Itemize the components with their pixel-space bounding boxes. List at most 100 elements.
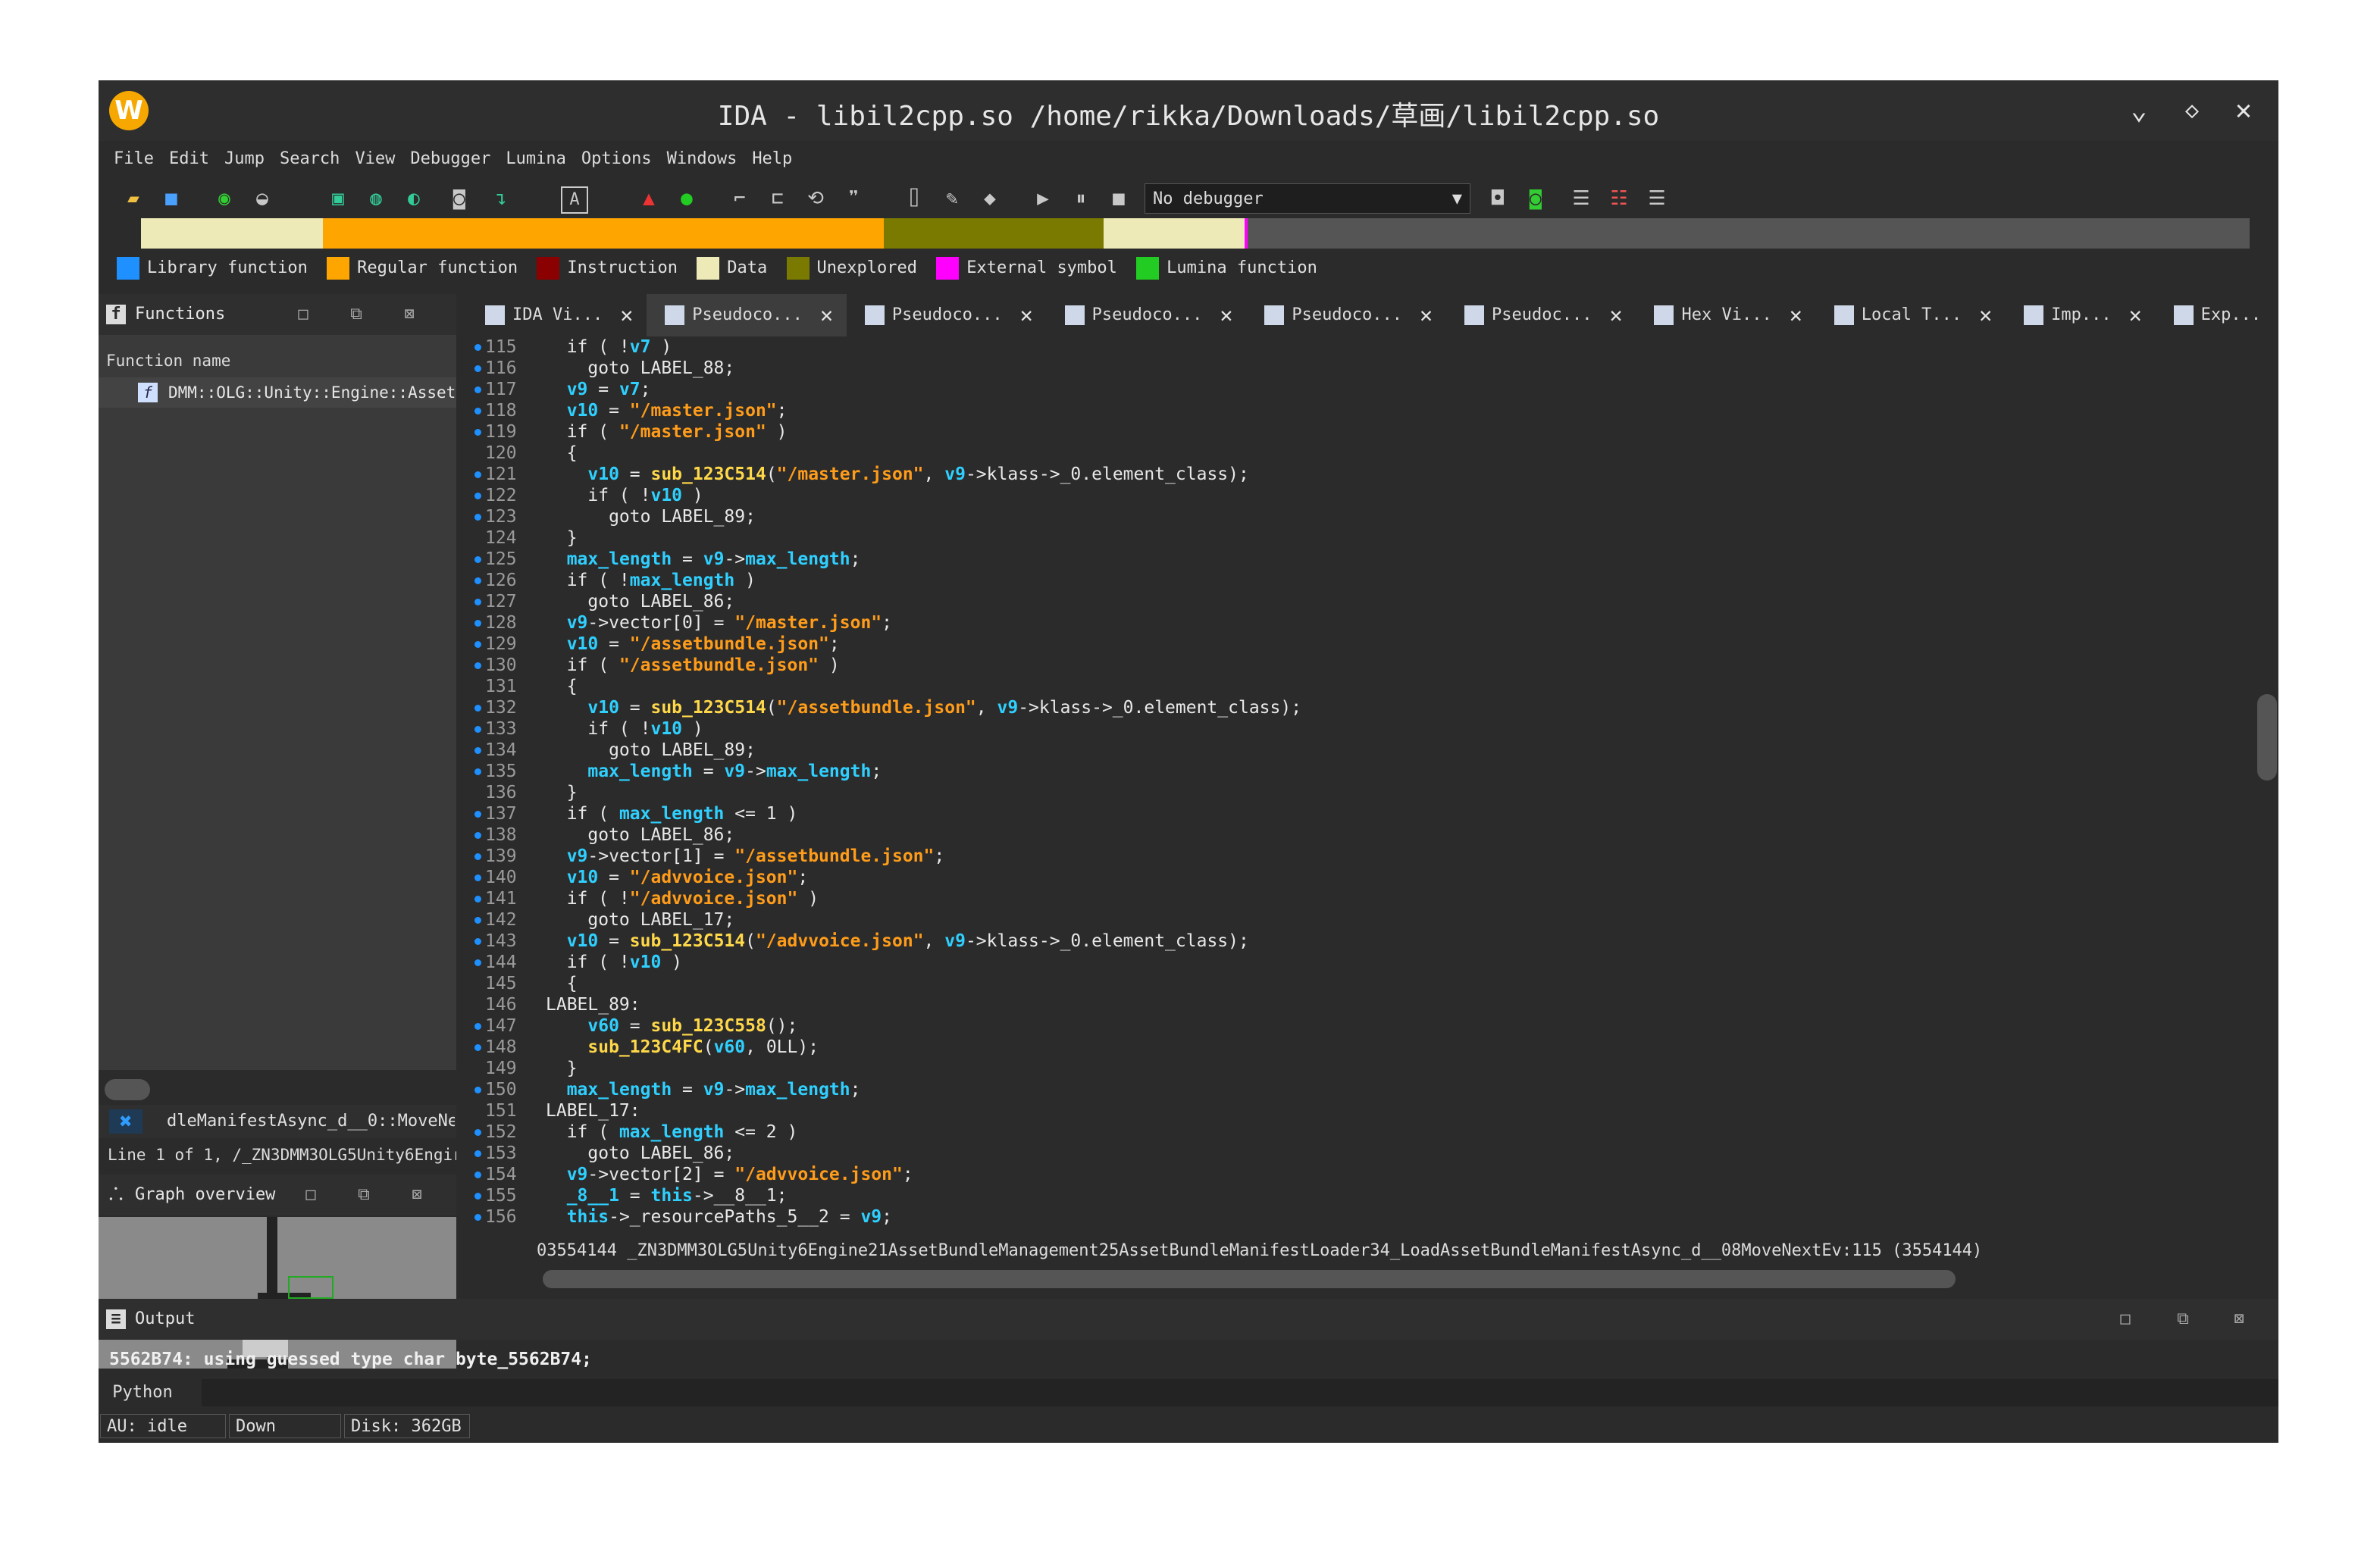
code-line[interactable]: 146 LABEL_89: <box>467 994 2256 1015</box>
jump-forward-icon[interactable]: ◒ <box>250 186 274 211</box>
clear-filter-icon[interactable]: ✖ <box>109 1109 142 1134</box>
filter-input[interactable]: dleManifestAsync_d__0::MoveNext <box>167 1105 455 1138</box>
code-line[interactable]: 123 goto LABEL_89; <box>467 506 2256 527</box>
panel-float-icon[interactable]: ⧉ <box>2172 1309 2194 1329</box>
breakpoint-dot-icon[interactable] <box>474 874 481 881</box>
breakpoint-dot-icon[interactable] <box>474 1129 481 1136</box>
code-line[interactable]: 133 if ( !v10 ) <box>467 718 2256 740</box>
code-line[interactable]: 138 goto LABEL_86; <box>467 824 2256 846</box>
tab-pseudocode-4[interactable]: Pseudoco... ✕ <box>1246 294 1446 336</box>
breakpoint-dot-icon[interactable] <box>474 556 481 563</box>
code-line[interactable]: 149 } <box>467 1058 2256 1079</box>
close-icon[interactable]: ✕ <box>2129 294 2142 336</box>
code-line[interactable]: 135 max_length = v9->max_length; <box>467 761 2256 782</box>
start-debug-icon[interactable]: ▶ <box>1031 186 1055 211</box>
code-line[interactable]: 119 if ( "/master.json" ) <box>467 421 2256 443</box>
code-vertical-scrollbar[interactable] <box>2256 336 2278 1232</box>
breakpoint-dot-icon[interactable] <box>474 493 481 499</box>
quote-icon[interactable]: ❞ <box>841 186 866 211</box>
code-line[interactable]: 131 { <box>467 676 2256 697</box>
breakpoint-dot-icon[interactable] <box>474 662 481 669</box>
code-line[interactable]: 130 if ( "/assetbundle.json" ) <box>467 655 2256 676</box>
breakpoint-dot-icon[interactable] <box>474 471 481 478</box>
menu-options[interactable]: Options <box>581 141 652 177</box>
panel-float-icon[interactable]: ⧉ <box>353 1185 374 1205</box>
list-view-icon[interactable]: ☰ <box>1569 186 1593 211</box>
breakpoint-dot-icon[interactable] <box>474 1023 481 1030</box>
tab-ida-view[interactable]: IDA Vi... ✕ <box>467 294 647 336</box>
breakpoint-dot-icon[interactable] <box>474 1172 481 1178</box>
breakpoint-dot-icon[interactable] <box>474 344 481 351</box>
code-line[interactable]: 144 if ( !v10 ) <box>467 952 2256 973</box>
breakpoint-dot-icon[interactable] <box>474 577 481 584</box>
tab-hex-view[interactable]: Hex Vi... ✕ <box>1636 294 1815 336</box>
code-line[interactable]: 139 v9->vector[1] = "/assetbundle.json"; <box>467 846 2256 867</box>
breakpoint-dot-icon[interactable] <box>474 832 481 839</box>
stop-icon[interactable]: ■ <box>1107 186 1131 211</box>
breakpoint-dot-icon[interactable] <box>474 408 481 414</box>
menu-edit[interactable]: Edit <box>169 141 209 177</box>
function-row[interactable]: f DMM::OLG::Unity::Engine::AssetBu <box>99 377 456 408</box>
code-line[interactable]: 147 v60 = sub_123C558(); <box>467 1015 2256 1037</box>
breakpoint-dot-icon[interactable] <box>474 811 481 818</box>
scrollbar-thumb[interactable] <box>2257 694 2277 780</box>
breakpoint-dot-icon[interactable] <box>474 514 481 521</box>
code-line[interactable]: 141 if ( !"/advvoice.json" ) <box>467 888 2256 909</box>
breakpoint-dot-icon[interactable] <box>474 768 481 775</box>
list-indent-icon[interactable]: ☰ <box>1645 186 1669 211</box>
code-line[interactable]: 121 v10 = sub_123C514("/master.json", v9… <box>467 464 2256 485</box>
function-name-column-header[interactable]: Function name <box>99 344 456 377</box>
breakpoint-dot-icon[interactable] <box>474 1044 481 1051</box>
functions-scrollbar[interactable] <box>105 1079 150 1100</box>
code-line[interactable]: 143 v10 = sub_123C514("/advvoice.json", … <box>467 931 2256 952</box>
code-line[interactable]: 136 } <box>467 782 2256 803</box>
code-line[interactable]: 155 _8__1 = this->__8__1; <box>467 1185 2256 1206</box>
breakpoint-dot-icon[interactable] <box>474 917 481 924</box>
code-line[interactable]: 116 goto LABEL_88; <box>467 358 2256 379</box>
tab-pseudocode-3[interactable]: Pseudoco... ✕ <box>1047 294 1247 336</box>
code-line[interactable]: 129 v10 = "/assetbundle.json"; <box>467 633 2256 655</box>
panel-float-icon[interactable]: ⧉ <box>346 305 367 324</box>
debugger-select[interactable]: No debugger ▼ <box>1145 183 1470 214</box>
menu-debugger[interactable]: Debugger <box>410 141 490 177</box>
breakpoint-dot-icon[interactable] <box>474 938 481 945</box>
code-line[interactable]: 140 v10 = "/advvoice.json"; <box>467 867 2256 888</box>
save-icon[interactable]: ■ <box>159 186 183 211</box>
menu-windows[interactable]: Windows <box>667 141 737 177</box>
breakpoint-dot-icon[interactable] <box>474 641 481 648</box>
code-line[interactable]: 120 { <box>467 443 2256 464</box>
rename-icon[interactable]: ✎ <box>940 186 964 211</box>
breakpoint-dot-icon[interactable] <box>474 959 481 966</box>
panel-restore-icon[interactable]: □ <box>2115 1309 2136 1329</box>
panel-close-icon[interactable]: ⊠ <box>406 1185 427 1205</box>
breakpoint-dot-icon[interactable] <box>474 747 481 754</box>
code-line[interactable]: 122 if ( !v10 ) <box>467 485 2256 506</box>
code-line[interactable]: 142 goto LABEL_17; <box>467 909 2256 931</box>
panel-close-icon[interactable]: ⊠ <box>399 305 420 324</box>
panel-restore-icon[interactable]: □ <box>293 305 314 324</box>
tab-pseudocode-2[interactable]: Pseudoco... ✕ <box>847 294 1047 336</box>
code-line[interactable]: 137 if ( max_length <= 1 ) <box>467 803 2256 824</box>
breakpoint-dot-icon[interactable] <box>474 1150 481 1157</box>
menu-view[interactable]: View <box>355 141 395 177</box>
code-line[interactable]: 126 if ( !max_length ) <box>467 570 2256 591</box>
hex-view-icon[interactable]: ◐ <box>402 186 426 211</box>
diamond-icon[interactable]: ◆ <box>978 186 1002 211</box>
close-icon[interactable]: ✕ <box>1020 294 1033 336</box>
tab-pseudocode-5[interactable]: Pseudoc... ✕ <box>1446 294 1636 336</box>
breakpoint-icon[interactable]: ▲ <box>637 186 661 211</box>
generate-c-icon[interactable]: ◙ <box>1524 186 1548 211</box>
text-view-icon[interactable]: ◍ <box>364 186 388 211</box>
close-icon[interactable]: ✕ <box>1420 294 1433 336</box>
code-line[interactable]: 125 max_length = v9->max_length; <box>467 549 2256 570</box>
close-icon[interactable]: ✕ <box>820 294 833 336</box>
menu-file[interactable]: File <box>114 141 154 177</box>
code-line[interactable]: 148 sub_123C4FC(v60, 0LL); <box>467 1037 2256 1058</box>
minimize-icon[interactable]: ⌄ <box>2122 94 2156 127</box>
close-icon[interactable]: ✕ <box>2227 94 2260 127</box>
code-line[interactable]: 145 { <box>467 973 2256 994</box>
pseudocode-view[interactable]: 115 if ( !v7 ) 116 goto LABEL_88; 117 v9 =… <box>467 336 2256 1232</box>
tab-exports[interactable]: Exp...✕ <box>2156 294 2278 336</box>
code-horizontal-scrollbar[interactable] <box>543 1270 1956 1288</box>
breakpoint-dot-icon[interactable] <box>474 365 481 372</box>
